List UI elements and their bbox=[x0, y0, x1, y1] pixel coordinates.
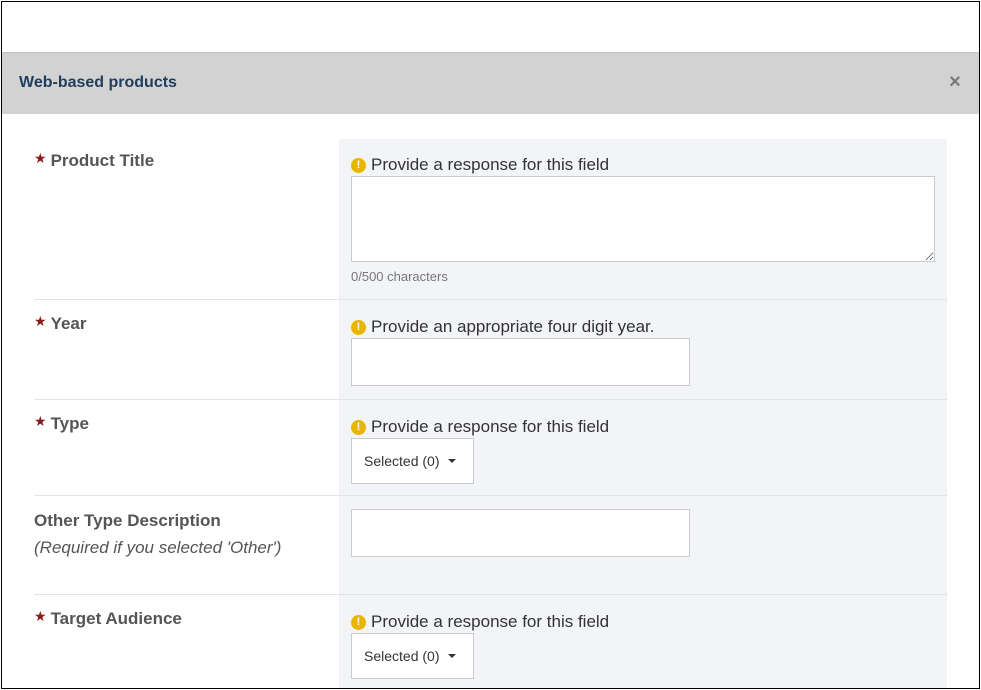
character-counter: 0/500 characters bbox=[351, 269, 448, 284]
divider bbox=[34, 399, 947, 400]
other-type-hint: (Required if you selected 'Other') bbox=[34, 538, 282, 557]
other-type-label: Other Type Description bbox=[34, 511, 221, 530]
target-audience-label: ★ Target Audience bbox=[34, 608, 182, 628]
year-input[interactable] bbox=[351, 338, 690, 386]
type-warning: ! Provide a response for this field bbox=[351, 417, 609, 437]
target-audience-warning: ! Provide a response for this field bbox=[351, 612, 609, 632]
product-title-warning: ! Provide a response for this field bbox=[351, 155, 609, 175]
modal-header: Web-based products × bbox=[2, 52, 979, 114]
required-star-icon: ★ bbox=[34, 150, 47, 166]
caret-down-icon bbox=[448, 459, 457, 463]
year-warning: ! Provide an appropriate four digit year… bbox=[351, 317, 655, 337]
required-star-icon: ★ bbox=[34, 413, 47, 429]
type-dropdown[interactable]: Selected (0) bbox=[351, 438, 474, 484]
type-dropdown-value: Selected (0) bbox=[364, 453, 440, 469]
product-title-label: ★ Product Title bbox=[34, 150, 155, 170]
target-audience-dropdown-value: Selected (0) bbox=[364, 648, 440, 664]
divider bbox=[34, 299, 947, 300]
warning-icon: ! bbox=[351, 419, 366, 435]
type-label: ★ Type bbox=[34, 413, 89, 433]
warning-icon: ! bbox=[351, 157, 366, 173]
divider bbox=[34, 495, 947, 496]
required-star-icon: ★ bbox=[34, 608, 47, 624]
modal-window: Web-based products × ★ Product Title ! Pr… bbox=[1, 1, 980, 689]
divider bbox=[34, 594, 947, 595]
year-label: ★ Year bbox=[34, 313, 87, 333]
target-audience-dropdown[interactable]: Selected (0) bbox=[351, 633, 474, 679]
warning-icon: ! bbox=[351, 614, 366, 630]
modal-title: Web-based products bbox=[19, 74, 177, 91]
warning-icon: ! bbox=[351, 319, 366, 335]
close-button[interactable]: × bbox=[945, 71, 965, 93]
required-star-icon: ★ bbox=[34, 313, 47, 329]
product-title-input[interactable] bbox=[351, 176, 935, 262]
caret-down-icon bbox=[448, 654, 457, 658]
other-type-input[interactable] bbox=[351, 509, 690, 557]
